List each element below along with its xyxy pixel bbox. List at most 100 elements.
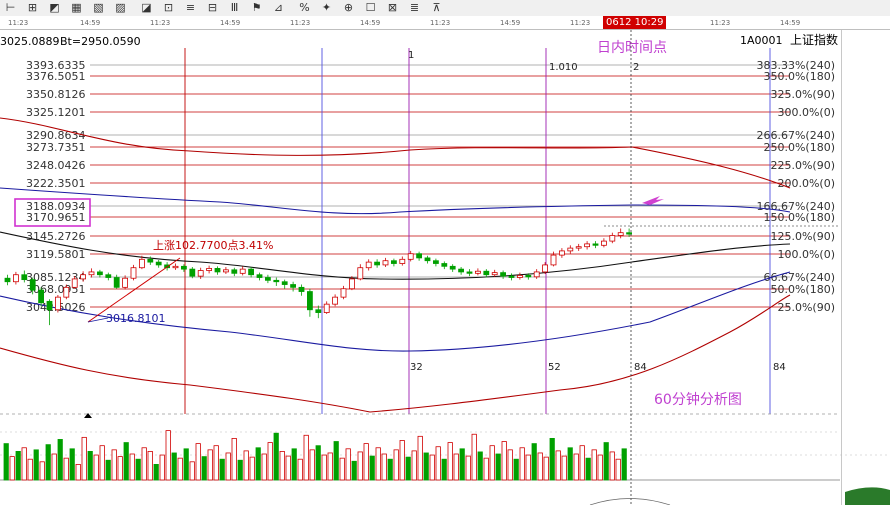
candle: [416, 251, 423, 261]
volume-bar: [477, 451, 483, 481]
candle: [617, 228, 624, 239]
volume-bar: [69, 448, 75, 481]
upper-band-curve: [0, 117, 791, 189]
volume-bar: [9, 456, 15, 481]
volume-bar: [249, 456, 255, 481]
volume-bar: [75, 463, 81, 481]
volume-bar: [531, 443, 537, 481]
candle: [575, 243, 582, 251]
volume-bar: [159, 454, 165, 481]
candle: [357, 264, 364, 281]
volume-bar: [87, 450, 93, 481]
volume-bar: [411, 450, 417, 481]
volume-bar: [621, 448, 627, 481]
volume-bar: [429, 454, 435, 481]
volume-bar: [189, 461, 195, 481]
price-level-label: 3170.9651: [26, 211, 86, 224]
candle: [466, 269, 473, 277]
volume-bar: [369, 455, 375, 481]
volume-bar: [45, 444, 51, 481]
volume-bar: [591, 449, 597, 481]
volume-bar: [99, 445, 105, 481]
candle: [55, 295, 61, 313]
percent-level-label: 200.0%(0): [777, 177, 835, 190]
volume-bar: [489, 445, 495, 481]
candle: [609, 232, 616, 244]
volume-bar: [393, 449, 399, 481]
candle: [332, 294, 339, 307]
candle: [155, 260, 162, 268]
candle: [592, 241, 599, 249]
candle: [365, 259, 372, 271]
candle: [432, 258, 439, 267]
volume-bar: [333, 441, 339, 481]
candle: [88, 268, 95, 278]
volume-bar: [111, 449, 117, 481]
rise-label: 上涨102.7700点3.41%: [153, 239, 273, 252]
volume-bar: [483, 457, 489, 481]
volume-bar: [141, 447, 147, 481]
volume-bar: [399, 440, 405, 481]
volume-bar: [135, 458, 141, 481]
kline-chart[interactable]: 3393.6335 383.33%(240)3376.5051 350.0%(180…: [0, 0, 890, 505]
volume-bar: [309, 449, 315, 481]
header-bt-value: Bt=2950.0590: [60, 35, 141, 48]
volume-bar: [441, 458, 447, 481]
candle: [533, 269, 540, 279]
price-level-label: 3222.3501: [26, 177, 86, 190]
cycle-label: 1.010: [549, 62, 578, 73]
volume-bar: [315, 445, 321, 481]
volume-bar: [351, 460, 357, 481]
percent-level-label: 150.0%(180): [763, 211, 835, 224]
candle: [105, 272, 112, 281]
volume-bar: [519, 447, 525, 481]
volume-bar: [501, 441, 507, 481]
volume-bar: [3, 443, 9, 481]
candle: [256, 272, 263, 281]
volume-bar: [105, 459, 111, 481]
candle: [474, 268, 481, 276]
volume-bar: [123, 442, 129, 481]
price-level-label: 3273.7351: [26, 141, 86, 154]
volume-bar: [585, 457, 591, 481]
candle: [340, 285, 347, 300]
volume-bar: [321, 454, 327, 481]
candle: [584, 241, 590, 250]
volume-bar: [267, 442, 273, 481]
volume-bar: [153, 463, 159, 481]
candle: [180, 264, 187, 272]
stock-code: 1A0001: [740, 34, 783, 47]
volume-bar: [345, 448, 351, 481]
candle: [264, 274, 271, 284]
volume-area: [0, 413, 890, 481]
mid-curve: [0, 231, 791, 280]
candle: [508, 273, 515, 281]
candle: [542, 262, 548, 275]
percent-level-label: 325.0%(90): [770, 88, 835, 101]
candle: [172, 263, 179, 270]
price-level-label: 3119.5801: [26, 248, 86, 261]
moving-averages: [0, 117, 791, 413]
header-value: 3025.0889: [0, 35, 60, 48]
intraday-point-label: 日内时间点: [597, 40, 667, 56]
volume-bar: [285, 455, 291, 481]
volume-bar: [435, 446, 441, 481]
volume-bar: [603, 442, 609, 481]
percent-level-label: 350.0%(180): [763, 70, 835, 83]
volume-bar: [573, 453, 579, 481]
volume-bar: [549, 437, 555, 481]
candle: [130, 264, 137, 281]
volume-bar: [195, 443, 201, 481]
volume-bar: [27, 458, 33, 481]
candle: [315, 305, 322, 319]
volume-bar: [147, 450, 153, 481]
volume-bar: [363, 443, 369, 481]
volume-bar: [423, 452, 429, 481]
candle: [323, 301, 330, 314]
candle: [500, 270, 507, 279]
volume-bar: [231, 437, 237, 481]
volume-bar: [525, 454, 531, 481]
volume-bar: [555, 450, 561, 481]
candle: [214, 266, 221, 275]
volume-bar: [609, 451, 615, 481]
